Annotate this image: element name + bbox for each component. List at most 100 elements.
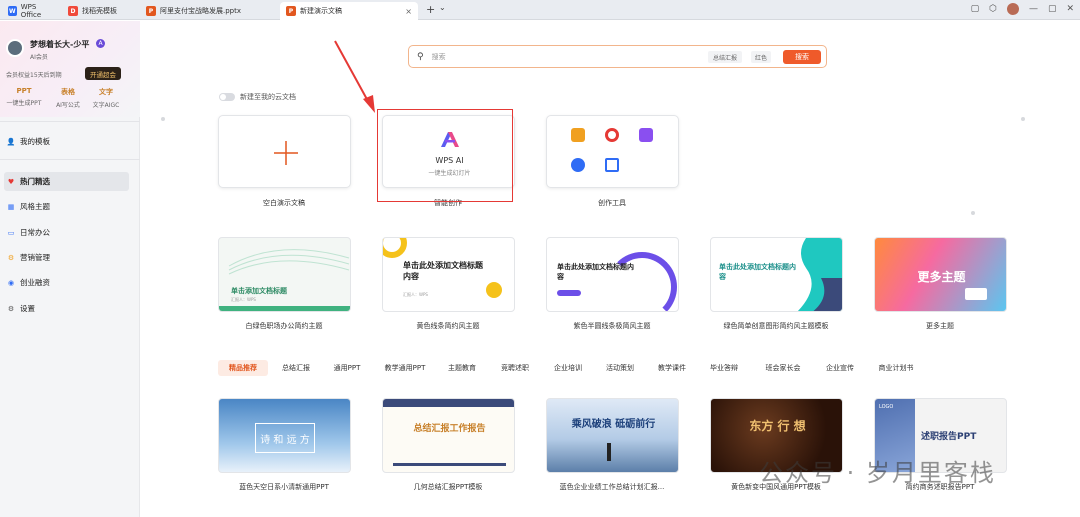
theme-template-card[interactable]: 单击此处添加文档标题内容 汇报人：WPS	[382, 237, 515, 312]
category-tab[interactable]: 教学课件	[652, 360, 692, 376]
template-title: 总结汇报工作报告	[413, 424, 486, 434]
tab-new-presentation[interactable]: P 新建演示文稿 ×	[280, 2, 418, 20]
upgrade-button[interactable]: 开通超会	[85, 67, 121, 80]
yellow-dot-decoration	[486, 282, 502, 298]
category-tab[interactable]: 通用PPT	[327, 360, 367, 376]
plus-icon	[274, 141, 298, 165]
theme-switch-icon	[965, 288, 987, 300]
card-label: 创作工具	[598, 199, 626, 207]
tab-wps-office[interactable]: W WPS Office	[2, 2, 60, 20]
recommended-template-card[interactable]: 诗 和 远 方	[218, 398, 351, 473]
sidebar-item-label: 日常办公	[20, 228, 50, 237]
category-tab[interactable]: 企业培训	[548, 360, 588, 376]
ppt-tool-icon	[571, 128, 585, 142]
search-chip[interactable]: 红色	[751, 51, 771, 63]
category-tab[interactable]: 商业计划书	[871, 360, 921, 376]
sidebar-item-style-themes[interactable]: ▦ 风格主题	[4, 197, 129, 216]
cube-icon[interactable]: ⬡	[989, 4, 997, 14]
feature-writer[interactable]: 文字 文字AIGC	[86, 87, 126, 109]
feature-title: 表格	[61, 88, 75, 96]
close-icon[interactable]: ×	[405, 7, 412, 16]
feature-ppt[interactable]: PPT 一键生成PPT	[4, 87, 44, 107]
template-band	[383, 399, 514, 407]
category-tab[interactable]: 班会家长会	[758, 360, 808, 376]
tab-alipay-pptx[interactable]: P 阿里支付宝战略发展.pptx	[140, 2, 275, 20]
close-window-icon[interactable]: ✕	[1066, 4, 1074, 14]
cloud-toggle[interactable]: 新建至我的云文档	[219, 92, 296, 102]
search-input[interactable]: 搜索	[432, 52, 446, 62]
record-tool-icon	[605, 128, 619, 142]
search-chip[interactable]: 总结汇报	[708, 51, 742, 63]
avatar[interactable]	[6, 39, 24, 57]
wps-logo-icon: W	[8, 6, 17, 16]
gear-badge-icon: ⚙	[7, 253, 15, 262]
decor-dot	[1021, 117, 1025, 121]
maximize-icon[interactable]: ▢	[1048, 4, 1057, 14]
copy-tool-icon	[605, 158, 619, 172]
sidebar: 梦想着长大-少平 A AI会员 会员权益15天后到期 开通超会 PPT 一键生成…	[0, 21, 140, 517]
divider	[0, 121, 140, 122]
ppt-file-icon: P	[146, 6, 156, 16]
category-tab[interactable]: 教学通用PPT	[379, 360, 431, 376]
watermark: 公众号 · 岁月里客栈	[759, 459, 996, 487]
sidebar-item-daily-office[interactable]: ▭ 日常办公	[4, 223, 129, 242]
recommended-template-card[interactable]: 总结汇报工作报告	[382, 398, 515, 473]
feature-title: 文字	[99, 88, 113, 96]
category-tab[interactable]: 企业宣传	[820, 360, 860, 376]
sidebar-item-label: 设置	[20, 304, 35, 313]
category-tab-featured[interactable]: 精品推荐	[218, 360, 268, 376]
window-controls: ▢ ⬡ — ▢ ✕	[971, 3, 1074, 15]
more-themes-card[interactable]: 更多主题	[874, 237, 1007, 312]
minimize-icon[interactable]: —	[1029, 4, 1038, 14]
theme-template-card[interactable]: 单击此处添加文档标题内容	[710, 237, 843, 312]
sidebar-item-settings[interactable]: ⚙ 设置	[4, 299, 129, 318]
feature-desc: 一键生成PPT	[6, 100, 42, 107]
avatar[interactable]	[1006, 3, 1019, 15]
tab-label: 找稻壳模板	[82, 7, 117, 15]
chevron-down-icon[interactable]: ⌄	[439, 3, 446, 12]
toggle-switch[interactable]	[219, 93, 235, 101]
window-icon[interactable]: ▢	[971, 4, 980, 14]
tab-docer[interactable]: D 找稻壳模板	[62, 2, 134, 20]
template-label: 更多主题	[926, 322, 954, 330]
category-tab[interactable]: 竞聘述职	[495, 360, 535, 376]
category-tab[interactable]: 主题教育	[442, 360, 482, 376]
category-tab[interactable]: 总结汇报	[277, 360, 315, 376]
sidebar-item-label: 我的模板	[20, 137, 50, 146]
category-tab[interactable]: 毕业答辩	[704, 360, 744, 376]
profile-card: 梦想着长大-少平 A AI会员 会员权益15天后到期 开通超会 PPT 一键生成…	[0, 21, 140, 117]
feature-desc: 文字AIGC	[92, 102, 120, 109]
sidebar-item-label: 热门精选	[20, 177, 50, 186]
template-title: 单击添加文档标题	[231, 287, 287, 295]
creative-tools-card[interactable]	[546, 115, 679, 188]
vip-badge-icon: A	[96, 39, 105, 48]
member-expiry: 会员权益15天后到期	[6, 72, 62, 79]
template-title: 单击此处添加文档标题内容	[719, 263, 796, 281]
blank-presentation-card[interactable]	[218, 115, 351, 188]
category-tab[interactable]: 活动策划	[600, 360, 640, 376]
search-icon: ⚲	[417, 51, 424, 62]
template-label: 紫色半圆线条极简风主题	[573, 322, 651, 330]
add-tab-icon[interactable]: +	[426, 3, 435, 16]
monitor-icon: ▭	[7, 228, 15, 237]
theme-template-card[interactable]: 单击添加文档标题 汇报人：WPS	[218, 237, 351, 312]
sidebar-item-my-templates[interactable]: 👤 我的模板	[4, 132, 129, 151]
card-label: 空白演示文稿	[263, 199, 305, 207]
user-icon: 👤	[6, 137, 16, 146]
sidebar-item-marketing[interactable]: ⚙ 营销管理	[4, 248, 129, 267]
figure-decoration	[607, 443, 611, 461]
template-label: 绿色简单创意图形简约风主题模板	[723, 322, 829, 330]
theme-template-card[interactable]: 单击此处添加文档标题内容	[546, 237, 679, 312]
feature-sheet[interactable]: 表格 AI写公式	[48, 87, 88, 109]
template-title: 述职报告PPT	[921, 432, 977, 442]
yellow-circle-decoration	[383, 238, 407, 258]
sidebar-item-hot[interactable]: ♥ 热门精选	[4, 172, 129, 191]
sidebar-item-startup[interactable]: ◉ 创业融资	[4, 273, 129, 292]
template-title: 单击此处添加文档标题内容	[403, 261, 483, 281]
recommended-template-card[interactable]: 乘风破浪 砥砺前行	[546, 398, 679, 473]
template-title: 更多主题	[917, 270, 966, 284]
avatar-tool-icon	[571, 158, 585, 172]
search-button[interactable]: 搜索	[783, 50, 821, 64]
template-label: 蓝色天空日系小清新通用PPT	[239, 483, 329, 491]
template-label: 黄色线条简约风主题	[416, 322, 480, 330]
